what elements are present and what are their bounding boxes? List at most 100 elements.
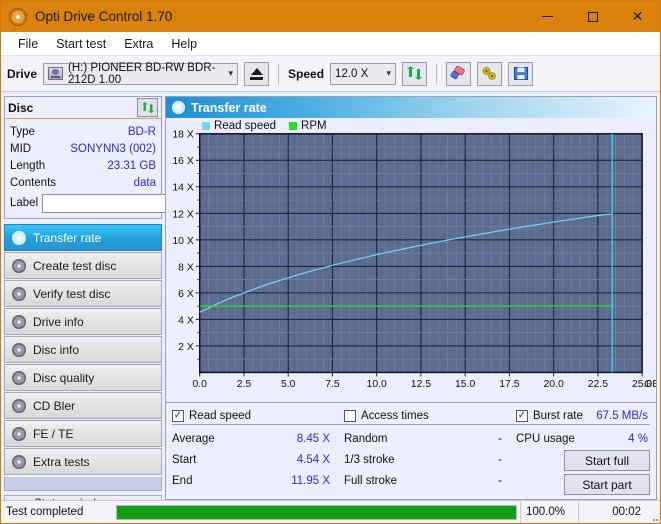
stat-row-random: Random - <box>344 428 516 449</box>
elapsed-time: 00:02 <box>578 501 646 523</box>
sidebar-item-transfer-rate[interactable]: Transfer rate <box>4 224 162 251</box>
disc-row-value: 23.31 GB <box>107 159 156 172</box>
sidebar-item-create-test-disc[interactable]: Create test disc <box>4 252 162 279</box>
stat-value: - <box>498 432 502 445</box>
stat-value: 8.45 X <box>296 432 330 445</box>
menu-item-extra[interactable]: Extra <box>115 34 162 54</box>
app-window: Opti Drive Control 1.70 ✕ File Start tes… <box>0 0 661 524</box>
eraser-icon <box>450 66 465 80</box>
tools-button[interactable] <box>477 61 503 86</box>
disc-info-rows: Type BD-R MID SONYNN3 (002) Length 23.31… <box>5 119 212 218</box>
sidebar-item-drive-info[interactable]: Drive info <box>4 308 162 335</box>
read-speed-checkbox[interactable]: ✓ <box>172 409 184 422</box>
sidebar-item-label: Drive info <box>33 314 84 329</box>
burst-rate-checkbox[interactable]: ✓ <box>516 409 528 422</box>
sidebar-item-label: Verify test disc <box>33 286 111 301</box>
stat-row-third-stroke: 1/3 stroke - <box>344 449 516 470</box>
disc-refresh-button[interactable] <box>137 98 158 117</box>
svg-text:7.5: 7.5 <box>325 379 340 390</box>
stat-key: Random <box>344 432 388 445</box>
resize-grip-icon[interactable] <box>646 501 660 523</box>
disc-panel-header: Disc <box>5 97 161 119</box>
progress-percent: 100.0% <box>520 501 578 523</box>
disc-row-type: Type BD-R <box>10 123 156 140</box>
disc-row-mid: MID SONYNN3 (002) <box>10 140 156 157</box>
disc-panel-title: Disc <box>8 100 34 115</box>
sidebar-item-cd-bler[interactable]: CD Bler <box>4 392 162 419</box>
disc-row-key: MID <box>10 142 32 155</box>
speed-select[interactable]: 12.0 X ▾ <box>330 62 397 85</box>
sidebar-item-label: Create test disc <box>33 258 117 273</box>
refresh-icon <box>141 101 154 113</box>
maximize-button[interactable] <box>570 1 615 32</box>
access-times-checkbox[interactable] <box>344 409 356 422</box>
transfer-rate-panel: Transfer rate Read speed RPM 2 X 4 X 6 X 8 … <box>165 96 657 403</box>
close-icon: ✕ <box>631 8 644 25</box>
progress-track <box>116 504 517 520</box>
menu-item-file[interactable]: File <box>9 34 47 54</box>
sidebar-item-disc-quality[interactable]: Disc quality <box>4 364 162 391</box>
disc-icon <box>12 454 26 469</box>
sidebar-item-label: FE / TE <box>33 426 74 441</box>
disc-panel: Disc Type BD-R MID SONYNN3 (002) Length … <box>4 96 212 219</box>
eject-button[interactable] <box>244 61 270 86</box>
start-part-button[interactable]: Start part <box>564 474 650 495</box>
stat-key: End <box>172 474 193 487</box>
svg-text:0.0: 0.0 <box>192 379 207 390</box>
menu-item-start-test[interactable]: Start test <box>47 34 115 54</box>
sidebar-item-fe-te[interactable]: FE / TE <box>4 420 162 447</box>
svg-text:12 X: 12 X <box>172 209 193 220</box>
svg-text:2 X: 2 X <box>178 342 194 353</box>
access-times-label: Access times <box>361 409 429 422</box>
start-full-row: Start full <box>516 450 650 471</box>
chart-area: Read speed RPM 2 X 4 X 6 X 8 X 10 X 12 X 14 X 1… <box>166 118 656 402</box>
disc-row-key: Contents <box>10 176 57 189</box>
stat-key: 1/3 stroke <box>344 453 395 466</box>
sidebar-item-label: CD Bler <box>33 398 76 413</box>
refresh-button[interactable] <box>402 61 428 86</box>
transfer-rate-chart: 2 X 4 X 6 X 8 X 10 X 12 X 14 X 16 X 18 X 0.0 2.5 5.… <box>172 130 656 390</box>
menu-item-help[interactable]: Help <box>162 34 206 54</box>
stat-value: - <box>498 453 502 466</box>
stat-value: 11.95 X <box>291 474 330 487</box>
window-controls: ✕ <box>525 1 660 32</box>
status-message: Test completed <box>6 506 84 518</box>
toolbar-separator <box>436 63 438 84</box>
stat-value: - <box>498 474 502 487</box>
maximize-icon <box>587 11 598 22</box>
svg-text:5.0: 5.0 <box>281 379 296 390</box>
drive-icon <box>48 67 64 80</box>
drive-label: Drive <box>7 66 38 81</box>
drive-select[interactable]: (H:) PIONEER BD-RW BDR-212D 1.00 ▾ <box>43 62 239 86</box>
sidebar-item-verify-test-disc[interactable]: Verify test disc <box>4 280 162 307</box>
svg-text:15.0: 15.0 <box>455 379 475 390</box>
svg-text:6 X: 6 X <box>178 289 194 300</box>
stat-row-average: Average 8.45 X <box>172 428 344 449</box>
stat-value: 4.54 X <box>296 453 330 466</box>
panel-title: Transfer rate <box>191 100 267 115</box>
legend-swatch-read-speed <box>202 122 210 130</box>
save-button[interactable] <box>508 61 534 86</box>
sidebar-item-extra-tests[interactable]: Extra tests <box>4 448 162 475</box>
stat-key: Average <box>172 432 215 445</box>
disc-icon <box>12 258 26 273</box>
svg-text:14 X: 14 X <box>172 183 193 194</box>
disc-row-key: Length <box>10 159 46 172</box>
sidebar: Disc Type BD-R MID SONYNN3 (002) Length … <box>4 96 212 511</box>
start-full-button[interactable]: Start full <box>564 450 650 471</box>
sidebar-item-label: Disc quality <box>33 370 95 385</box>
burst-rate-header: ✓ Burst rate 67.5 MB/s <box>516 408 650 425</box>
disc-row-value: SONYNN3 (002) <box>70 142 156 155</box>
erase-button[interactable] <box>446 61 472 86</box>
speed-label: Speed <box>288 66 325 81</box>
close-button[interactable]: ✕ <box>615 1 660 32</box>
minimize-button[interactable] <box>525 1 570 32</box>
sidebar-item-disc-info[interactable]: Disc info <box>4 336 162 363</box>
disc-icon <box>172 101 185 114</box>
access-times-header: Access times <box>344 408 516 425</box>
disc-row-contents: Contents data <box>10 174 156 191</box>
disc-icon <box>12 426 26 441</box>
chevron-down-icon: ▾ <box>228 68 234 78</box>
read-speed-label: Read speed <box>189 409 252 422</box>
read-speed-header: ✓ Read speed <box>172 408 344 425</box>
